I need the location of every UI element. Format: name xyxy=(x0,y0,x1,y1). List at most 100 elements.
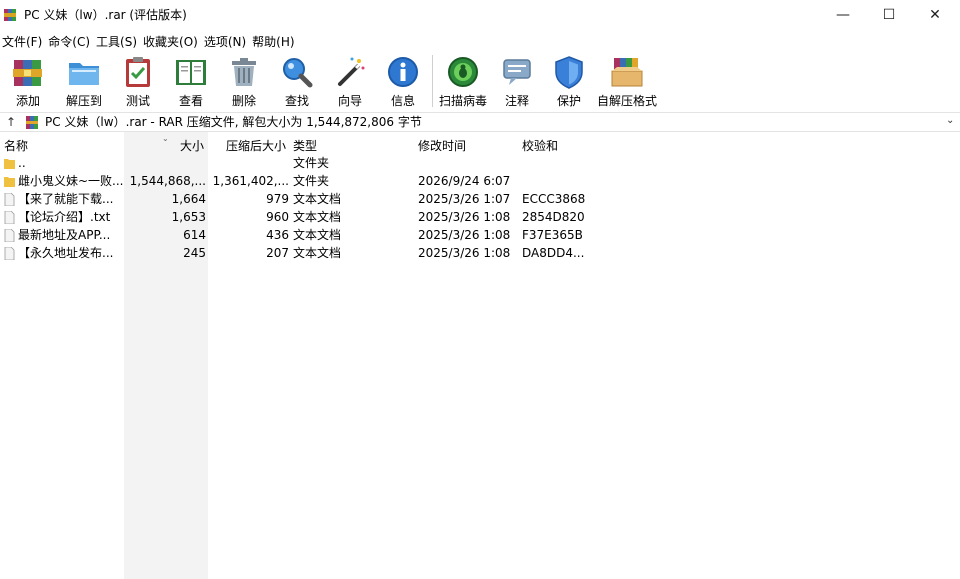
sfx-box-icon xyxy=(611,58,643,87)
info-label: 信息 xyxy=(390,94,415,108)
row-crc: F37E365B xyxy=(522,228,583,242)
table-row[interactable]: 最新地址及APP... 614 436 文本文档 2025/3/26 1:08 … xyxy=(0,226,960,244)
row-type: 文件夹 xyxy=(293,174,330,188)
extract-folder-icon xyxy=(69,63,99,85)
minimize-button[interactable]: — xyxy=(820,0,866,30)
window-title: PC 义妹（lw）.rar (评估版本) xyxy=(24,8,187,22)
row-packed: 979 xyxy=(266,192,289,206)
comment-icon xyxy=(503,59,531,85)
column-header-crc[interactable]: 校验和 xyxy=(522,137,558,154)
wizard-label: 向导 xyxy=(337,94,362,108)
info-icon xyxy=(388,57,418,87)
menu-tools[interactable]: 工具(S) xyxy=(94,33,139,50)
row-type: 文本文档 xyxy=(293,246,342,260)
row-name: 【论坛介绍】.txt xyxy=(18,210,111,224)
row-type: 文件夹 xyxy=(293,156,330,170)
column-header-type[interactable]: 类型 xyxy=(293,137,317,154)
wizard-button[interactable]: 向导 xyxy=(324,52,376,110)
menu-help[interactable]: 帮助(H) xyxy=(250,33,296,50)
column-header-name[interactable]: 名称 xyxy=(4,137,28,154)
magnifier-icon xyxy=(283,58,313,88)
row-packed: 207 xyxy=(266,246,289,260)
add-button[interactable]: 添加 xyxy=(0,52,56,110)
table-row[interactable]: 【来了就能下载... 1,664 979 文本文档 2025/3/26 1:07… xyxy=(0,190,960,208)
sfx-label: 自解压格式 xyxy=(596,94,657,108)
winrar-app-icon xyxy=(4,9,16,21)
menu-bar: 文件(F) 命令(C) 工具(S) 收藏夹(O) 选项(N) 帮助(H) xyxy=(0,31,960,51)
table-row[interactable]: 【永久地址发布... 245 207 文本文档 2025/3/26 1:08 D… xyxy=(0,244,960,262)
view-book-icon xyxy=(176,60,206,85)
row-packed: 1,361,402,... xyxy=(212,174,289,188)
address-path: PC 义妹（lw）.rar - RAR 压缩文件, 解包大小为 1,544,87… xyxy=(45,115,422,129)
protect-button[interactable]: 保护 xyxy=(543,52,595,110)
row-modified: 2025/3/26 1:07 xyxy=(418,192,511,206)
row-type: 文本文档 xyxy=(293,228,342,242)
info-button[interactable]: 信息 xyxy=(376,52,430,110)
scan-virus-label: 扫描病毒 xyxy=(438,94,487,108)
find-label: 查找 xyxy=(284,94,309,108)
column-header-row: 名称 ⌄ 大小 压缩后大小 类型 修改时间 校验和 xyxy=(0,134,960,154)
delete-button[interactable]: 删除 xyxy=(218,52,270,110)
row-name: 雌小鬼义妹~一败... xyxy=(18,174,124,188)
row-size: 614 xyxy=(183,228,206,242)
trash-icon xyxy=(232,58,256,86)
row-modified: 2025/3/26 1:08 xyxy=(418,246,511,260)
protect-label: 保护 xyxy=(556,94,581,108)
row-name: 最新地址及APP... xyxy=(18,228,111,242)
row-size: 1,544,868,... xyxy=(129,174,206,188)
text-file-icon xyxy=(4,211,15,224)
row-packed: 436 xyxy=(266,228,289,242)
extract-to-button[interactable]: 解压到 xyxy=(56,52,112,110)
comment-label: 注释 xyxy=(504,94,529,108)
address-bar[interactable]: ↑ PC 义妹（lw）.rar - RAR 压缩文件, 解包大小为 1,544,… xyxy=(0,112,960,132)
menu-favorites[interactable]: 收藏夹(O) xyxy=(141,33,200,50)
test-button[interactable]: 测试 xyxy=(112,52,164,110)
table-row[interactable]: 【论坛介绍】.txt 1,653 960 文本文档 2025/3/26 1:08… xyxy=(0,208,960,226)
table-row[interactable]: .. 文件夹 xyxy=(0,154,960,172)
row-size: 245 xyxy=(183,246,206,260)
row-name: 【来了就能下载... xyxy=(18,192,114,206)
view-button[interactable]: 查看 xyxy=(164,52,218,110)
extract-to-label: 解压到 xyxy=(65,94,102,108)
folder-icon xyxy=(4,159,15,169)
scan-virus-button[interactable]: 扫描病毒 xyxy=(435,52,491,110)
menu-options[interactable]: 选项(N) xyxy=(202,33,248,50)
row-size: 1,664 xyxy=(171,192,206,206)
comment-button[interactable]: 注释 xyxy=(491,52,543,110)
close-button[interactable]: ✕ xyxy=(912,0,958,30)
winrar-window: PC 义妹（lw）.rar (评估版本) — ☐ ✕ 文件(F) 命令(C) 工… xyxy=(0,0,960,579)
file-list: 名称 ⌄ 大小 压缩后大小 类型 修改时间 校验和 .. 文件夹 雌小鬼义妹~一… xyxy=(0,132,960,579)
row-modified: 2026/9/24 6:07 xyxy=(418,174,511,188)
folder-icon xyxy=(4,177,15,187)
sort-descending-icon: ⌄ xyxy=(162,134,169,143)
winrar-add-icon xyxy=(13,60,42,86)
test-clipboard-icon xyxy=(126,57,150,87)
add-label: 添加 xyxy=(15,94,40,108)
virus-scan-icon xyxy=(448,57,478,87)
delete-label: 删除 xyxy=(231,94,256,108)
row-crc: ECCC3868 xyxy=(522,192,586,206)
maximize-button[interactable]: ☐ xyxy=(866,0,912,30)
row-size: 1,653 xyxy=(171,210,206,224)
view-label: 查看 xyxy=(178,94,203,108)
row-crc: 2854D820 xyxy=(522,210,585,224)
menu-commands[interactable]: 命令(C) xyxy=(46,33,92,50)
row-modified: 2025/3/26 1:08 xyxy=(418,228,511,242)
column-header-size[interactable]: 大小 xyxy=(180,137,204,154)
column-header-packed[interactable]: 压缩后大小 xyxy=(226,137,286,154)
menu-file[interactable]: 文件(F) xyxy=(0,33,44,50)
text-file-icon xyxy=(4,247,15,260)
toolbar-separator xyxy=(432,55,433,107)
up-folder-icon[interactable]: ↑ xyxy=(6,115,20,129)
table-row[interactable]: 雌小鬼义妹~一败... 1,544,868,... 1,361,402,... … xyxy=(0,172,960,190)
find-button[interactable]: 查找 xyxy=(270,52,324,110)
wizard-wand-icon xyxy=(338,57,365,86)
row-type: 文本文档 xyxy=(293,192,342,206)
title-bar[interactable]: PC 义妹（lw）.rar (评估版本) — ☐ ✕ xyxy=(0,0,960,30)
chevron-down-icon[interactable]: ⌄ xyxy=(946,115,954,126)
sfx-button[interactable]: 自解压格式 xyxy=(595,52,659,110)
shield-icon xyxy=(555,56,583,89)
row-name: .. xyxy=(18,156,26,170)
rar-archive-icon xyxy=(26,116,38,129)
column-header-modified[interactable]: 修改时间 xyxy=(418,137,466,154)
